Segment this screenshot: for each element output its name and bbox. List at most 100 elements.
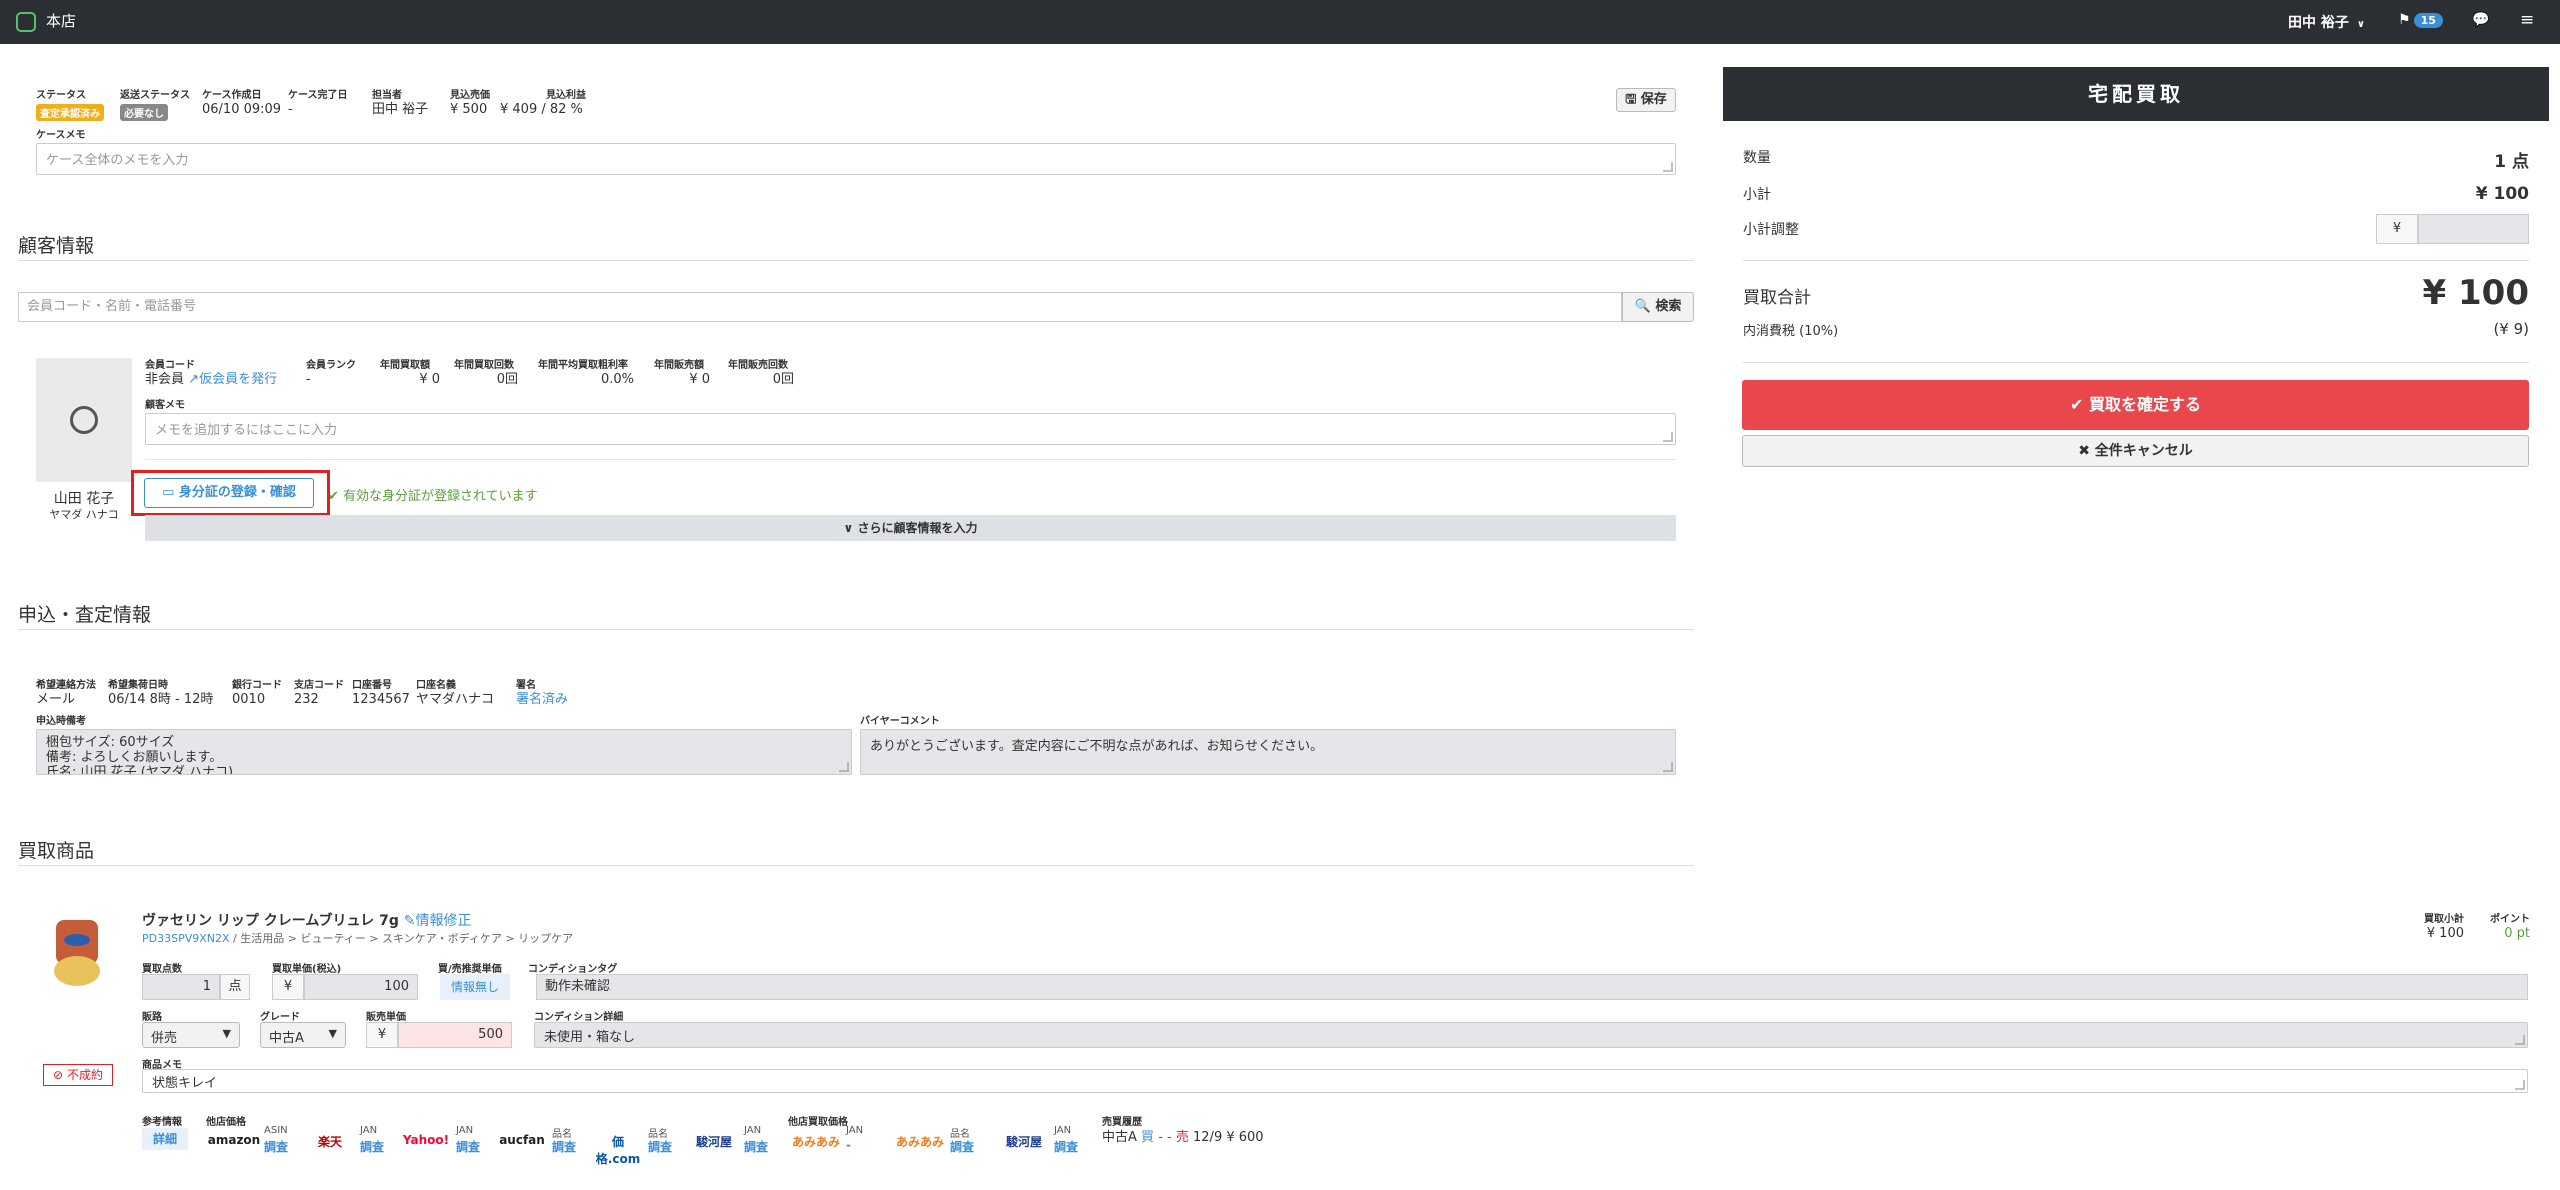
avatar — [36, 358, 132, 482]
summary-subtotal: 小計 ¥ 100 — [1743, 184, 2529, 204]
store-research-link[interactable]: 調査 — [456, 1138, 480, 1155]
sale-currency: ¥ — [366, 1022, 398, 1048]
channel-select[interactable]: 併売 ▼ — [142, 1022, 240, 1048]
annual-sales: 年間販売額 ¥ 0 — [654, 360, 710, 387]
price-input[interactable]: 100 — [304, 974, 418, 1000]
store-key-label: JAN — [744, 1125, 762, 1136]
store-key-label: JAN — [456, 1125, 474, 1136]
user-menu[interactable]: 田中 裕子 ∨ — [2288, 12, 2365, 32]
store-logo-icon: aucfan — [499, 1133, 545, 1147]
case-completed: ケース完了日 - — [288, 90, 348, 117]
return-status-badge: 必要なし — [120, 104, 168, 121]
store-logo-icon: 駿河屋 — [1005, 1135, 1042, 1149]
summary-qty: 数量 1 点 — [1743, 150, 2529, 172]
app-logo-icon[interactable] — [16, 12, 36, 32]
main-content: ステータス 査定承認済み 返送ステータス 必要なし ケース作成日 06/10 0… — [0, 44, 2530, 1190]
top-navbar: 本店 田中 裕子 ∨ ⚑ 15 💬 ≡ — [0, 0, 2560, 44]
grade-select[interactable]: 中古A ▼ — [260, 1022, 346, 1048]
chat-icon[interactable]: 💬 — [2472, 12, 2489, 28]
bank-code: 銀行コード 0010 — [232, 680, 282, 707]
signature: 署名 署名済み — [516, 680, 569, 708]
account-number: 口座番号 1234567 — [352, 680, 410, 707]
signature-link[interactable]: 署名済み — [516, 692, 568, 708]
divider — [1743, 362, 2529, 363]
store-research-link[interactable]: 調査 — [360, 1138, 384, 1155]
confirm-purchase-button[interactable]: ✔ 買取を確定する — [1742, 380, 2529, 430]
est-sales: 見込売価 ¥ 500 — [450, 90, 490, 117]
customer-search-input[interactable]: 会員コード・名前・電話番号 — [18, 292, 1622, 322]
save-button[interactable]: 🖫 保存 — [1616, 88, 1676, 112]
annual-buy: 年間買取額 ¥ 0 — [380, 360, 440, 387]
application-notes: 梱包サイズ: 60サイズ 備考: よろしくお願いします。 氏名: 山田 花子 (… — [36, 729, 852, 775]
condition-tag-select[interactable]: 動作未確認 — [536, 974, 2528, 1000]
summary-total: 買取合計 ¥ 100 — [1743, 273, 2529, 313]
notification-count: 15 — [2413, 13, 2443, 28]
store-research-link[interactable]: 調査 — [648, 1138, 672, 1155]
edit-product-link[interactable]: ✎情報修正 — [404, 913, 472, 929]
store-research-link[interactable]: 調査 — [950, 1138, 974, 1155]
condition-tag-label: コンディションタグ — [528, 964, 618, 975]
est-profit: 見込利益 ¥ 409 / 82 % — [500, 90, 586, 117]
case-status: ステータス 査定承認済み — [36, 90, 104, 121]
issue-temp-member-link[interactable]: ↗仮会員を発行 — [188, 372, 277, 387]
id-status: ✔ 有効な身分証が登録されています — [328, 489, 538, 504]
case-memo-input[interactable]: ケース全体のメモを入力 — [36, 143, 1676, 175]
status-badge: 査定承認済み — [36, 104, 104, 121]
channel-label: 販路 — [142, 1012, 162, 1023]
member-rank: 会員ランク - — [306, 360, 356, 387]
chevron-down-icon: ∨ — [2356, 19, 2365, 30]
store-research-link[interactable]: 調査 — [552, 1138, 576, 1155]
details-button[interactable]: 詳細 — [142, 1128, 188, 1150]
price-label: 買取単価(税込) — [272, 964, 342, 975]
notifications-button[interactable]: ⚑ 15 — [2398, 12, 2443, 28]
store-research-link[interactable]: 調査 — [1054, 1138, 1078, 1155]
more-customer-info-button[interactable]: ∨ さらに顧客情報を入力 — [145, 515, 1676, 541]
failed-badge[interactable]: ⊘ 不成約 — [43, 1064, 113, 1086]
customer-search-button[interactable]: 🔍 検索 — [1622, 292, 1694, 322]
case-assignee: 担当者 田中 裕子 — [372, 90, 429, 117]
store-research-link[interactable]: 調査 — [264, 1138, 288, 1155]
id-register-button[interactable]: ▭ 身分証の登録・確認 — [144, 478, 314, 508]
qty-input[interactable]: 1 — [142, 974, 220, 1000]
store-name[interactable]: 本店 — [46, 10, 76, 31]
ban-icon: ⊘ — [53, 1068, 64, 1082]
id-card-icon: ▭ — [162, 485, 175, 500]
adjust-input[interactable] — [2418, 214, 2529, 244]
store-research-link[interactable]: 調査 — [744, 1138, 768, 1155]
product-points: ポイント 0 pt — [2490, 914, 2530, 941]
pencil-icon: ✎ — [403, 913, 416, 929]
product-memo-input[interactable]: 状態キレイ — [142, 1069, 2528, 1093]
customer-name: 山田 花子 — [53, 491, 115, 507]
adjust-currency: ¥ — [2376, 214, 2418, 244]
history-value: 中古A 買 - - 売 12/9 ¥ 600 — [1102, 1130, 1264, 1145]
product-subtotal: 買取小計 ¥ 100 — [2424, 914, 2464, 941]
customer-memo-label: 顧客メモ — [145, 400, 185, 411]
user-placeholder-icon — [70, 406, 98, 434]
product-image[interactable] — [48, 916, 108, 996]
product-code-link[interactable]: PD33SPV9XN2X — [142, 932, 230, 945]
store-logo-icon: 価格.com — [595, 1135, 641, 1166]
customer-memo-input[interactable]: メモを追加するにはここに入力 — [145, 413, 1676, 445]
hamburger-menu-icon[interactable]: ≡ — [2520, 10, 2534, 30]
grade-label: グレード — [260, 1012, 300, 1023]
store-key-label: ASIN — [264, 1125, 288, 1136]
divider — [18, 865, 1694, 866]
other-price-label: 他店価格 — [206, 1117, 246, 1128]
sale-price-input[interactable]: 500 — [398, 1022, 512, 1048]
buyer-comment-input[interactable]: ありがとうございます。査定内容にご不明な点があれば、お知らせください。 — [860, 729, 1676, 775]
chevron-down-icon: ▼ — [222, 1027, 231, 1040]
pickup-date: 希望集荷日時 06/14 8時 - 12時 — [108, 680, 214, 707]
store-logo-icon: 駿河屋 — [695, 1135, 732, 1149]
condition-detail-input[interactable]: 未使用・箱なし — [534, 1022, 2528, 1048]
cancel-all-button[interactable]: ✖ 全件キャンセル — [1742, 435, 2529, 467]
store-research-link[interactable]: - — [846, 1138, 851, 1152]
user-name: 田中 裕子 — [2288, 15, 2349, 31]
suggest-label: 買/売推奨単価 — [438, 964, 502, 975]
member-code: 会員コード 非会員 ↗仮会員を発行 — [145, 360, 278, 387]
close-icon: ✖ — [2078, 443, 2090, 459]
case-created: ケース作成日 06/10 09:09 — [202, 90, 282, 117]
store-logo-icon: amazon — [207, 1133, 261, 1147]
sale-price-label: 販売単価 — [366, 1012, 406, 1023]
chevron-down-icon: ∨ — [843, 521, 854, 535]
section-title-application: 申込・査定情報 — [18, 604, 152, 626]
